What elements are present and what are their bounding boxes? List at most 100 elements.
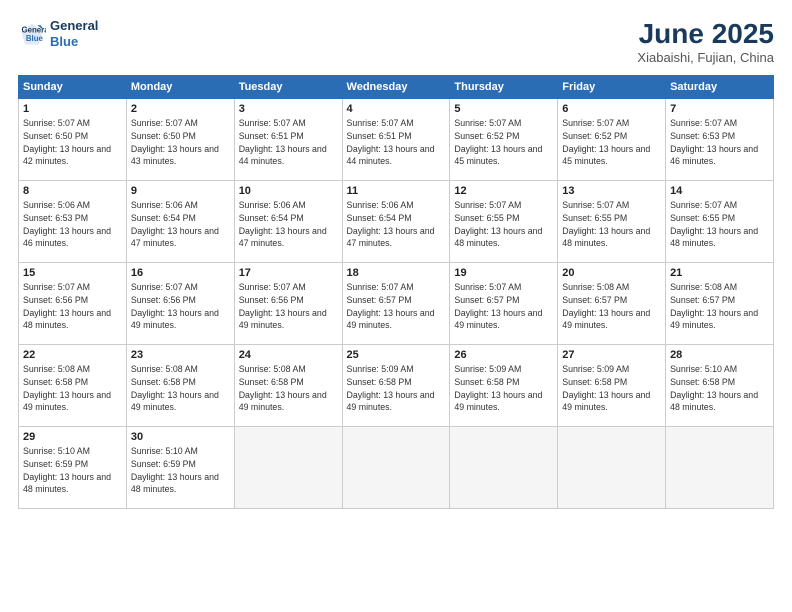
day-detail: Sunrise: 5:08 AMSunset: 6:58 PMDaylight:…: [23, 363, 122, 414]
day-detail: Sunrise: 5:07 AMSunset: 6:50 PMDaylight:…: [131, 117, 230, 168]
day-number: 7: [670, 103, 769, 115]
day-number: 30: [131, 431, 230, 443]
day-number: 10: [239, 185, 338, 197]
day-detail: Sunrise: 5:07 AMSunset: 6:56 PMDaylight:…: [131, 281, 230, 332]
logo: General Blue General Blue: [18, 18, 98, 49]
table-row: 6 Sunrise: 5:07 AMSunset: 6:52 PMDayligh…: [558, 99, 666, 181]
day-number: 25: [347, 349, 446, 361]
day-detail: Sunrise: 5:10 AMSunset: 6:59 PMDaylight:…: [23, 445, 122, 496]
table-row: 30 Sunrise: 5:10 AMSunset: 6:59 PMDaylig…: [126, 427, 234, 509]
table-row: 22 Sunrise: 5:08 AMSunset: 6:58 PMDaylig…: [19, 345, 127, 427]
day-detail: Sunrise: 5:06 AMSunset: 6:54 PMDaylight:…: [131, 199, 230, 250]
day-number: 26: [454, 349, 553, 361]
table-row: [234, 427, 342, 509]
day-detail: Sunrise: 5:07 AMSunset: 6:56 PMDaylight:…: [23, 281, 122, 332]
day-detail: Sunrise: 5:07 AMSunset: 6:53 PMDaylight:…: [670, 117, 769, 168]
table-row: 24 Sunrise: 5:08 AMSunset: 6:58 PMDaylig…: [234, 345, 342, 427]
day-number: 24: [239, 349, 338, 361]
day-detail: Sunrise: 5:09 AMSunset: 6:58 PMDaylight:…: [454, 363, 553, 414]
day-number: 29: [23, 431, 122, 443]
day-number: 6: [562, 103, 661, 115]
day-number: 27: [562, 349, 661, 361]
logo-text-line2: Blue: [50, 34, 98, 50]
day-detail: Sunrise: 5:07 AMSunset: 6:56 PMDaylight:…: [239, 281, 338, 332]
day-detail: Sunrise: 5:08 AMSunset: 6:57 PMDaylight:…: [670, 281, 769, 332]
svg-text:Blue: Blue: [26, 34, 44, 43]
page-header: General Blue General Blue June 2025 Xiab…: [18, 18, 774, 65]
table-row: 25 Sunrise: 5:09 AMSunset: 6:58 PMDaylig…: [342, 345, 450, 427]
day-detail: Sunrise: 5:06 AMSunset: 6:53 PMDaylight:…: [23, 199, 122, 250]
day-number: 23: [131, 349, 230, 361]
table-row: 5 Sunrise: 5:07 AMSunset: 6:52 PMDayligh…: [450, 99, 558, 181]
day-number: 15: [23, 267, 122, 279]
table-row: [558, 427, 666, 509]
day-number: 22: [23, 349, 122, 361]
table-row: 27 Sunrise: 5:09 AMSunset: 6:58 PMDaylig…: [558, 345, 666, 427]
table-row: [666, 427, 774, 509]
table-row: 16 Sunrise: 5:07 AMSunset: 6:56 PMDaylig…: [126, 263, 234, 345]
table-row: 14 Sunrise: 5:07 AMSunset: 6:55 PMDaylig…: [666, 181, 774, 263]
table-row: 11 Sunrise: 5:06 AMSunset: 6:54 PMDaylig…: [342, 181, 450, 263]
table-row: 18 Sunrise: 5:07 AMSunset: 6:57 PMDaylig…: [342, 263, 450, 345]
col-header-wednesday: Wednesday: [342, 76, 450, 99]
table-row: 15 Sunrise: 5:07 AMSunset: 6:56 PMDaylig…: [19, 263, 127, 345]
month-title: June 2025: [637, 18, 774, 50]
day-detail: Sunrise: 5:07 AMSunset: 6:55 PMDaylight:…: [670, 199, 769, 250]
day-detail: Sunrise: 5:07 AMSunset: 6:57 PMDaylight:…: [347, 281, 446, 332]
table-row: 19 Sunrise: 5:07 AMSunset: 6:57 PMDaylig…: [450, 263, 558, 345]
day-detail: Sunrise: 5:07 AMSunset: 6:51 PMDaylight:…: [239, 117, 338, 168]
table-row: 2 Sunrise: 5:07 AMSunset: 6:50 PMDayligh…: [126, 99, 234, 181]
table-row: 28 Sunrise: 5:10 AMSunset: 6:58 PMDaylig…: [666, 345, 774, 427]
logo-text-line1: General: [50, 18, 98, 34]
day-detail: Sunrise: 5:07 AMSunset: 6:57 PMDaylight:…: [454, 281, 553, 332]
day-number: 12: [454, 185, 553, 197]
table-row: 9 Sunrise: 5:06 AMSunset: 6:54 PMDayligh…: [126, 181, 234, 263]
day-number: 14: [670, 185, 769, 197]
day-number: 19: [454, 267, 553, 279]
day-number: 21: [670, 267, 769, 279]
table-row: 13 Sunrise: 5:07 AMSunset: 6:55 PMDaylig…: [558, 181, 666, 263]
day-detail: Sunrise: 5:10 AMSunset: 6:58 PMDaylight:…: [670, 363, 769, 414]
day-number: 20: [562, 267, 661, 279]
day-number: 1: [23, 103, 122, 115]
table-row: 4 Sunrise: 5:07 AMSunset: 6:51 PMDayligh…: [342, 99, 450, 181]
day-detail: Sunrise: 5:07 AMSunset: 6:51 PMDaylight:…: [347, 117, 446, 168]
table-row: 20 Sunrise: 5:08 AMSunset: 6:57 PMDaylig…: [558, 263, 666, 345]
col-header-friday: Friday: [558, 76, 666, 99]
day-detail: Sunrise: 5:09 AMSunset: 6:58 PMDaylight:…: [347, 363, 446, 414]
day-number: 9: [131, 185, 230, 197]
logo-icon: General Blue: [18, 20, 46, 48]
day-number: 3: [239, 103, 338, 115]
day-detail: Sunrise: 5:08 AMSunset: 6:57 PMDaylight:…: [562, 281, 661, 332]
table-row: 26 Sunrise: 5:09 AMSunset: 6:58 PMDaylig…: [450, 345, 558, 427]
col-header-monday: Monday: [126, 76, 234, 99]
day-detail: Sunrise: 5:08 AMSunset: 6:58 PMDaylight:…: [239, 363, 338, 414]
col-header-saturday: Saturday: [666, 76, 774, 99]
table-row: 10 Sunrise: 5:06 AMSunset: 6:54 PMDaylig…: [234, 181, 342, 263]
day-detail: Sunrise: 5:07 AMSunset: 6:55 PMDaylight:…: [562, 199, 661, 250]
day-number: 16: [131, 267, 230, 279]
day-detail: Sunrise: 5:06 AMSunset: 6:54 PMDaylight:…: [347, 199, 446, 250]
table-row: 1 Sunrise: 5:07 AMSunset: 6:50 PMDayligh…: [19, 99, 127, 181]
day-detail: Sunrise: 5:10 AMSunset: 6:59 PMDaylight:…: [131, 445, 230, 496]
day-number: 13: [562, 185, 661, 197]
day-detail: Sunrise: 5:08 AMSunset: 6:58 PMDaylight:…: [131, 363, 230, 414]
location: Xiabaishi, Fujian, China: [637, 50, 774, 65]
day-detail: Sunrise: 5:07 AMSunset: 6:50 PMDaylight:…: [23, 117, 122, 168]
day-detail: Sunrise: 5:06 AMSunset: 6:54 PMDaylight:…: [239, 199, 338, 250]
col-header-thursday: Thursday: [450, 76, 558, 99]
table-row: 8 Sunrise: 5:06 AMSunset: 6:53 PMDayligh…: [19, 181, 127, 263]
table-row: 12 Sunrise: 5:07 AMSunset: 6:55 PMDaylig…: [450, 181, 558, 263]
day-number: 4: [347, 103, 446, 115]
table-row: [342, 427, 450, 509]
svg-text:General: General: [22, 25, 47, 34]
day-number: 28: [670, 349, 769, 361]
table-row: 7 Sunrise: 5:07 AMSunset: 6:53 PMDayligh…: [666, 99, 774, 181]
day-number: 2: [131, 103, 230, 115]
day-detail: Sunrise: 5:09 AMSunset: 6:58 PMDaylight:…: [562, 363, 661, 414]
day-number: 5: [454, 103, 553, 115]
table-row: 17 Sunrise: 5:07 AMSunset: 6:56 PMDaylig…: [234, 263, 342, 345]
table-row: 21 Sunrise: 5:08 AMSunset: 6:57 PMDaylig…: [666, 263, 774, 345]
day-number: 17: [239, 267, 338, 279]
col-header-tuesday: Tuesday: [234, 76, 342, 99]
